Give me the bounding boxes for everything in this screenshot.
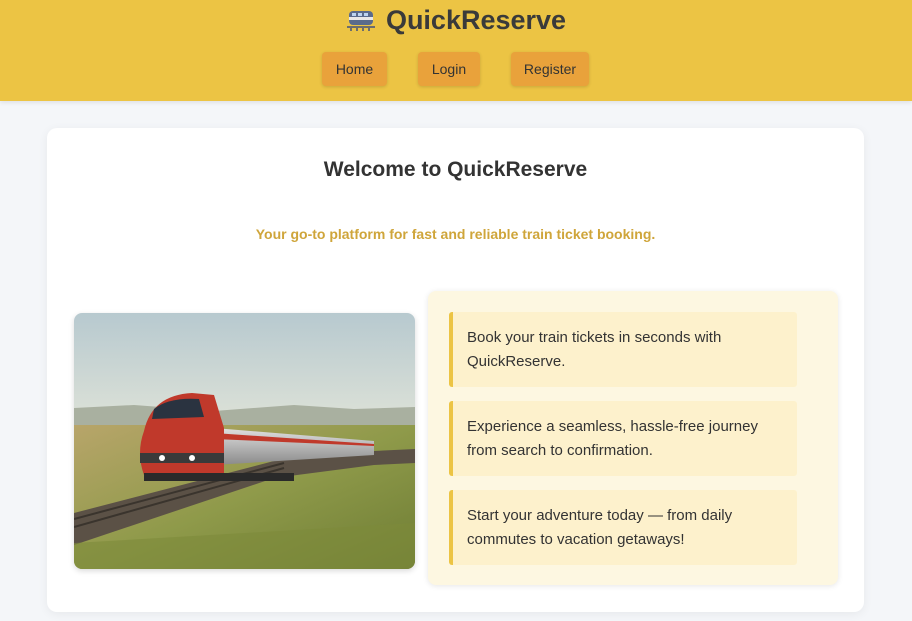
nav-login-button[interactable]: Login <box>418 52 480 86</box>
brand[interactable]: QuickReserve <box>0 0 912 40</box>
features-panel: Book your train tickets in seconds with … <box>428 291 838 585</box>
brand-name: QuickReserve <box>385 4 567 35</box>
nav-register-button[interactable]: Register <box>511 52 589 86</box>
feature-item: Book your train tickets in seconds with … <box>449 312 797 387</box>
tagline: Your go-to platform for fast and reliabl… <box>255 226 656 242</box>
feature-item: Start your adventure today — from daily … <box>449 490 797 565</box>
train-photo <box>74 313 415 569</box>
nav-home-button[interactable]: Home <box>322 52 387 86</box>
welcome-card: Welcome to QuickReserve Your go-to platf… <box>47 128 864 612</box>
page-title: Welcome to QuickReserve <box>323 158 588 181</box>
site-header: QuickReserve Home Login Register <box>0 0 912 101</box>
train-icon <box>346 8 376 32</box>
feature-item: Experience a seamless, hassle-free journ… <box>449 401 797 476</box>
